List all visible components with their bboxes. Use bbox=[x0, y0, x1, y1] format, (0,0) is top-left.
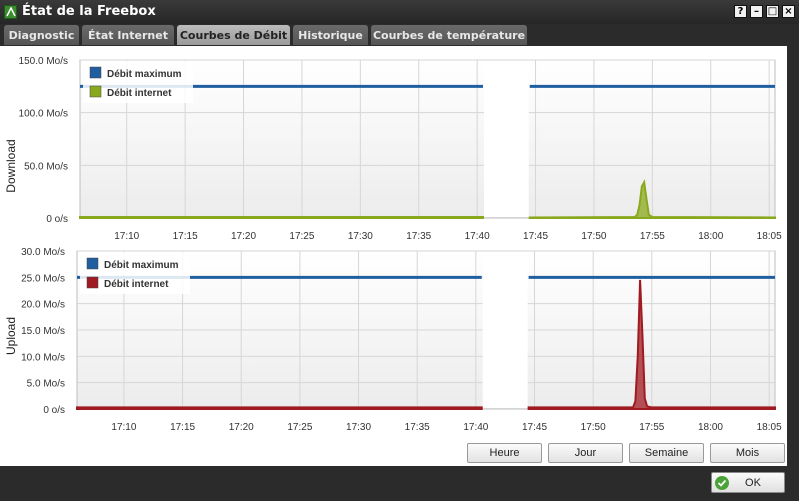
upload-legend-label: Débit maximum bbox=[104, 260, 179, 271]
upload-y-tick-label: 20.0 Mo/s bbox=[21, 300, 65, 311]
range-semaine-button[interactable]: Semaine bbox=[629, 443, 704, 463]
window-controls: ? – □ × bbox=[734, 5, 795, 18]
checkmark-icon bbox=[715, 476, 729, 490]
upload-chart: 30.0 Mo/s 25.0 Mo/s 20.0 Mo/s 15.0 Mo/s 10.0… bbox=[4, 247, 782, 433]
upload-x-tick-label: 18:00 bbox=[698, 422, 723, 433]
tab-etat-internet[interactable]: État Internet bbox=[82, 25, 174, 45]
download-legend-label: Débit internet bbox=[107, 88, 172, 99]
upload-x-tick-label: 17:25 bbox=[287, 422, 312, 433]
close-button[interactable]: × bbox=[782, 5, 795, 18]
download-x-tick-label: 17:50 bbox=[581, 231, 606, 242]
upload-y-tick-label: 0 o/s bbox=[43, 405, 65, 416]
download-x-tick-label: 17:40 bbox=[465, 231, 490, 242]
download-data-gap bbox=[483, 61, 529, 217]
footer-bar: OK bbox=[0, 466, 799, 501]
download-y-tick-label: 150.0 Mo/s bbox=[19, 56, 68, 67]
upload-x-tick-label: 17:30 bbox=[346, 422, 371, 433]
upload-data-gap bbox=[482, 252, 528, 408]
upload-y-tick-label: 10.0 Mo/s bbox=[21, 352, 65, 363]
upload-y-tick-label: 15.0 Mo/s bbox=[21, 326, 65, 337]
download-y-tick-label: 0 o/s bbox=[46, 214, 68, 225]
minimize-button[interactable]: – bbox=[750, 5, 763, 18]
upload-x-tick-label: 17:35 bbox=[405, 422, 430, 433]
upload-x-tick-label: 17:45 bbox=[522, 422, 547, 433]
download-x-tick-label: 17:30 bbox=[348, 231, 373, 242]
upload-y-tick-label: 30.0 Mo/s bbox=[21, 247, 65, 258]
range-heure-button[interactable]: Heure bbox=[467, 443, 542, 463]
tab-courbes-de-debit[interactable]: Courbes de Débit bbox=[177, 25, 290, 45]
download-x-tick-label: 17:45 bbox=[523, 231, 548, 242]
upload-x-tick-label: 17:55 bbox=[639, 422, 664, 433]
title-bar: État de la Freebox ? – □ × bbox=[0, 0, 799, 24]
upload-x-tick-label: 17:20 bbox=[229, 422, 254, 433]
tab-diagnostic[interactable]: Diagnostic bbox=[4, 25, 79, 45]
download-legend-swatch bbox=[89, 85, 102, 98]
upload-x-tick-label: 18:05 bbox=[757, 422, 782, 433]
upload-legend-swatch bbox=[86, 276, 99, 289]
upload-y-axis-label: Upload bbox=[4, 317, 18, 355]
download-x-tick-label: 18:00 bbox=[698, 231, 723, 242]
range-jour-button[interactable]: Jour bbox=[548, 443, 623, 463]
charts-area: 150.0 Mo/s 100.0 Mo/s 50.0 Mo/s 0 o/s 17:10 1… bbox=[4, 56, 782, 433]
upload-internet-area bbox=[76, 406, 483, 410]
freebox-app-icon bbox=[4, 5, 17, 19]
chart-panel: 150.0 Mo/s 100.0 Mo/s 50.0 Mo/s 0 o/s 17:10 1… bbox=[0, 46, 787, 466]
help-button[interactable]: ? bbox=[734, 5, 747, 18]
tab-bar: Diagnostic État Internet Courbes de Débi… bbox=[0, 24, 799, 46]
tab-courbes-de-temperature[interactable]: Courbes de température bbox=[371, 25, 527, 45]
upload-x-tick-label: 17:15 bbox=[170, 422, 195, 433]
window-title: État de la Freebox bbox=[22, 4, 156, 19]
right-edge-strip bbox=[787, 46, 799, 466]
download-x-tick-label: 17:10 bbox=[114, 231, 139, 242]
download-internet-area bbox=[79, 215, 484, 219]
download-legend-label: Débit maximum bbox=[107, 69, 182, 80]
upload-x-tick-label: 17:50 bbox=[581, 422, 606, 433]
upload-x-tick-label: 17:40 bbox=[463, 422, 488, 433]
upload-legend-label: Débit internet bbox=[104, 279, 169, 290]
download-chart: 150.0 Mo/s 100.0 Mo/s 50.0 Mo/s 0 o/s 17:10 1… bbox=[4, 56, 782, 242]
download-x-tick-label: 18:05 bbox=[757, 231, 782, 242]
ok-button[interactable]: OK bbox=[711, 472, 785, 493]
range-mois-button[interactable]: Mois bbox=[710, 443, 785, 463]
download-x-tick-label: 17:20 bbox=[231, 231, 256, 242]
download-y-tick-label: 100.0 Mo/s bbox=[19, 109, 68, 120]
ok-label: OK bbox=[745, 476, 761, 489]
upload-legend-swatch bbox=[86, 257, 99, 270]
download-x-tick-label: 17:15 bbox=[173, 231, 198, 242]
upload-y-tick-label: 25.0 Mo/s bbox=[21, 273, 65, 284]
download-legend-swatch bbox=[89, 66, 102, 79]
download-y-axis-label: Download bbox=[4, 139, 18, 192]
download-x-tick-label: 17:35 bbox=[406, 231, 431, 242]
maximize-button[interactable]: □ bbox=[766, 5, 779, 18]
upload-y-tick-label: 5.0 Mo/s bbox=[27, 379, 65, 390]
download-y-tick-label: 50.0 Mo/s bbox=[24, 161, 68, 172]
upload-x-tick-label: 17:10 bbox=[111, 422, 136, 433]
download-x-tick-label: 17:55 bbox=[640, 231, 665, 242]
tab-historique[interactable]: Historique bbox=[293, 25, 368, 45]
download-x-tick-label: 17:25 bbox=[289, 231, 314, 242]
